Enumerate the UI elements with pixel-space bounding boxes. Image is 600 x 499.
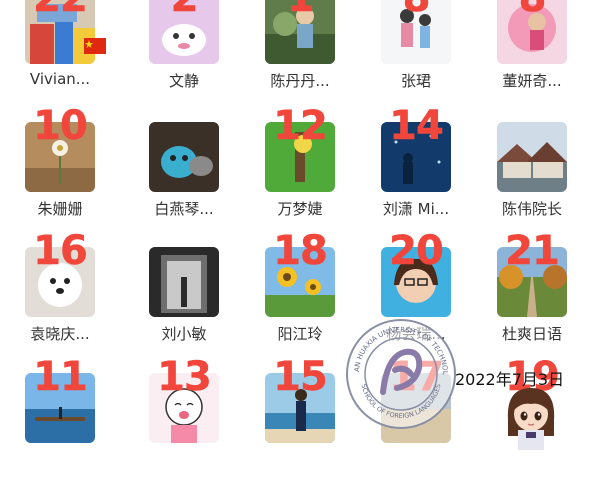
contact-name: 张珺 [400, 72, 431, 90]
contact-name: 万梦婕 [277, 200, 323, 218]
contact-name: 朱姗姗 [37, 200, 83, 218]
contact-name: 杜爽日语 [501, 325, 562, 343]
contact-name: 董妍奇... [502, 72, 562, 90]
contact-name: 刘小敏 [161, 325, 207, 343]
contact-cell[interactable]: 13 [124, 354, 244, 499]
rank-number: 22 [0, 0, 120, 22]
contact-name: 陈伟院长 [501, 200, 562, 218]
contact-cell[interactable]: 2 文静 [124, 0, 244, 120]
contact-name: 刘潇 Mi... [382, 200, 450, 218]
chibi-girl-sticker [507, 388, 555, 450]
rank-number: 11 [33, 354, 88, 401]
rank-number: 21 [505, 228, 560, 275]
avatar[interactable] [149, 122, 219, 192]
contact-name: 文静 [168, 72, 199, 90]
rank-number: 1 [240, 0, 360, 22]
rank-number: 18 [273, 228, 328, 275]
rank-number: 20 [389, 228, 444, 275]
china-flag-icon [84, 38, 106, 54]
rank-number: 10 [33, 103, 88, 150]
contact-name: Vivian... [29, 70, 91, 88]
rank-number: 14 [389, 103, 444, 150]
contact-cell[interactable]: 8 董妍奇... [472, 0, 592, 120]
rank-number: 2 [124, 0, 244, 22]
rank-number: 16 [33, 228, 88, 275]
rank-number: 13 [157, 354, 212, 401]
contact-name: 袁晓庆... [30, 325, 90, 343]
contact-name: 白燕琴... [154, 200, 214, 218]
contact-cell[interactable]: 白燕琴... [124, 122, 244, 248]
rank-number: 12 [273, 103, 328, 150]
rank-number: 15 [273, 354, 328, 401]
contact-cell[interactable]: 15 [240, 354, 360, 499]
contact-name: 阳江玲 [277, 325, 323, 343]
contact-name: 陈丹丹... [270, 72, 330, 90]
rank-number: 8 [472, 0, 592, 22]
rank-number: 8 [356, 0, 476, 22]
university-seal-watermark: WUHAN HUAXIA UNIVERSITY OF TECHNOLOGY SC… [345, 318, 456, 429]
contact-cell[interactable]: 11 [0, 354, 120, 499]
avatar[interactable] [149, 247, 219, 317]
avatar[interactable] [497, 122, 567, 192]
